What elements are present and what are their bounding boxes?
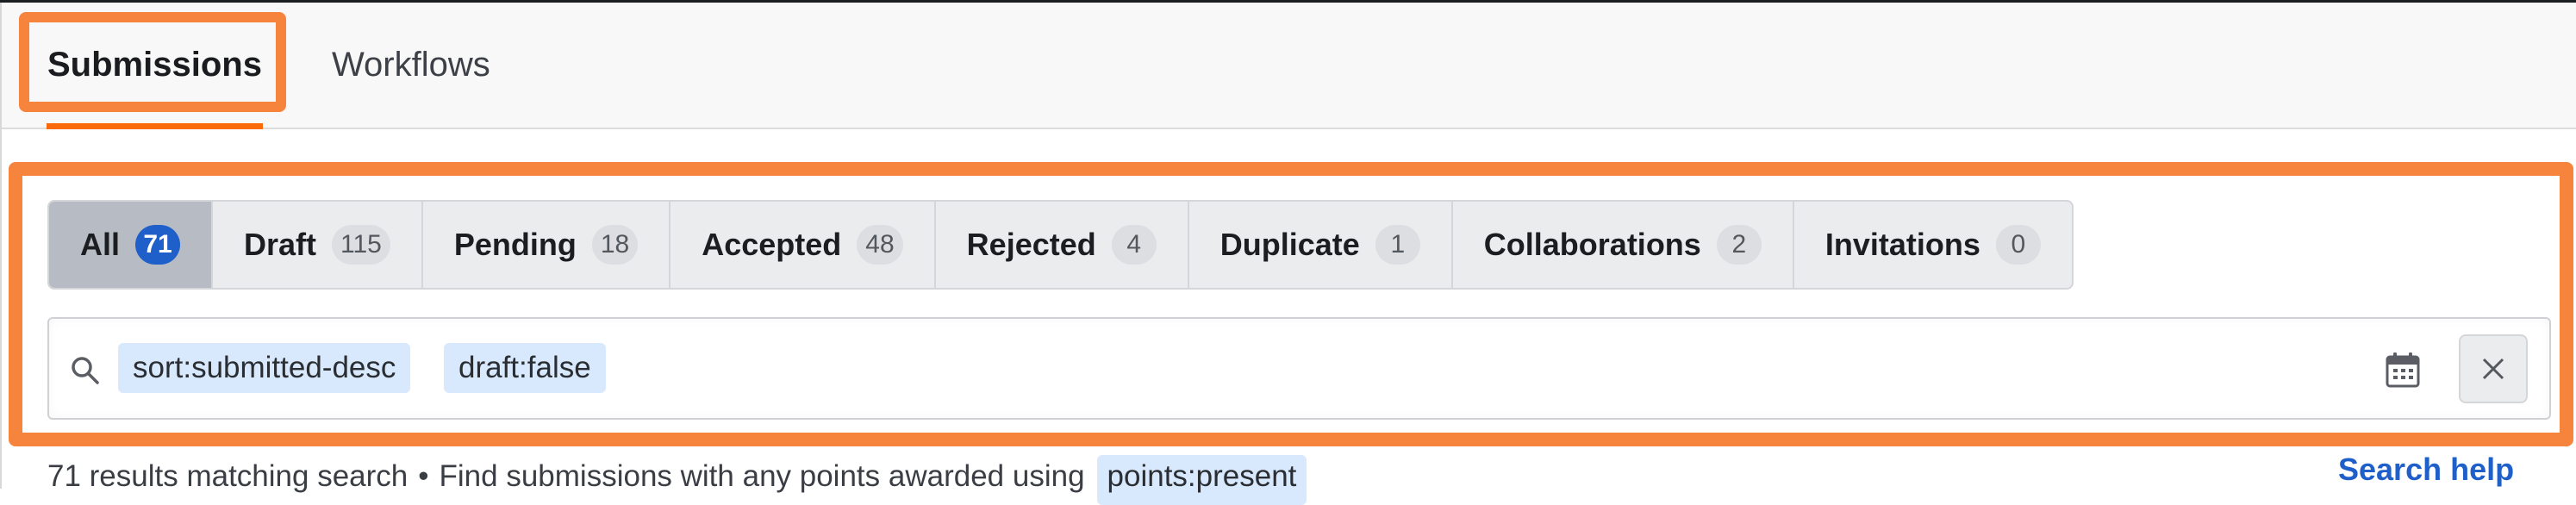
filter-tab-pending[interactable]: Pending 18 (423, 202, 671, 288)
results-count-text: 71 results matching search (47, 459, 409, 493)
filter-tab-label: Accepted (702, 227, 842, 262)
count-badge: 71 (135, 225, 181, 265)
results-summary: 71 results matching search • Find submis… (47, 455, 1307, 505)
filter-tab-duplicate[interactable]: Duplicate 1 (1189, 202, 1453, 288)
search-tip-text: Find submissions with any points awarded… (439, 459, 1085, 493)
filter-tab-label: All (80, 227, 121, 262)
filter-tab-label: Duplicate (1219, 227, 1360, 262)
clear-search-button[interactable] (2459, 334, 2528, 403)
filter-tab-label: Invitations (1824, 227, 1980, 262)
count-badge: 115 (332, 225, 390, 265)
separator: • (418, 459, 429, 493)
status-filter-tabs: All 71 Draft 115 Pending 18 Accepted 48 … (47, 200, 2074, 290)
count-badge: 0 (1995, 225, 2041, 265)
search-token[interactable]: draft:false (444, 343, 606, 393)
count-badge: 18 (591, 225, 639, 265)
filter-tab-label: Collaborations (1483, 227, 1701, 262)
filter-tab-collaborations[interactable]: Collaborations 2 (1453, 202, 1794, 288)
tab-submissions[interactable]: Submissions (47, 3, 262, 128)
count-badge: 2 (1716, 225, 1762, 265)
active-tab-indicator (47, 123, 263, 129)
search-tip-token[interactable]: points:present (1096, 455, 1307, 505)
filter-tab-draft[interactable]: Draft 115 (213, 202, 423, 288)
filter-tab-label: Pending (453, 227, 577, 262)
filter-tab-accepted[interactable]: Accepted 48 (671, 202, 936, 288)
filter-tab-all[interactable]: All 71 (49, 202, 214, 288)
tab-workflows[interactable]: Workflows (332, 3, 490, 128)
close-icon (2482, 358, 2504, 380)
search-help-link[interactable]: Search help (2338, 452, 2514, 488)
filter-tab-label: Draft (244, 227, 317, 262)
count-badge: 4 (1111, 225, 1157, 265)
search-token[interactable]: sort:submitted-desc (118, 343, 411, 393)
count-badge: 48 (857, 225, 903, 265)
count-badge: 1 (1375, 225, 1420, 265)
top-nav: Submissions Workflows (2, 3, 2576, 129)
calendar-icon[interactable] (2385, 352, 2421, 388)
filter-tab-label: Rejected (966, 227, 1096, 262)
search-icon (72, 357, 99, 384)
filter-tab-invitations[interactable]: Invitations 0 (1794, 202, 2072, 288)
filter-tab-rejected[interactable]: Rejected 4 (936, 202, 1189, 288)
search-input[interactable]: sort:submitted-desc draft:false (47, 317, 2551, 420)
